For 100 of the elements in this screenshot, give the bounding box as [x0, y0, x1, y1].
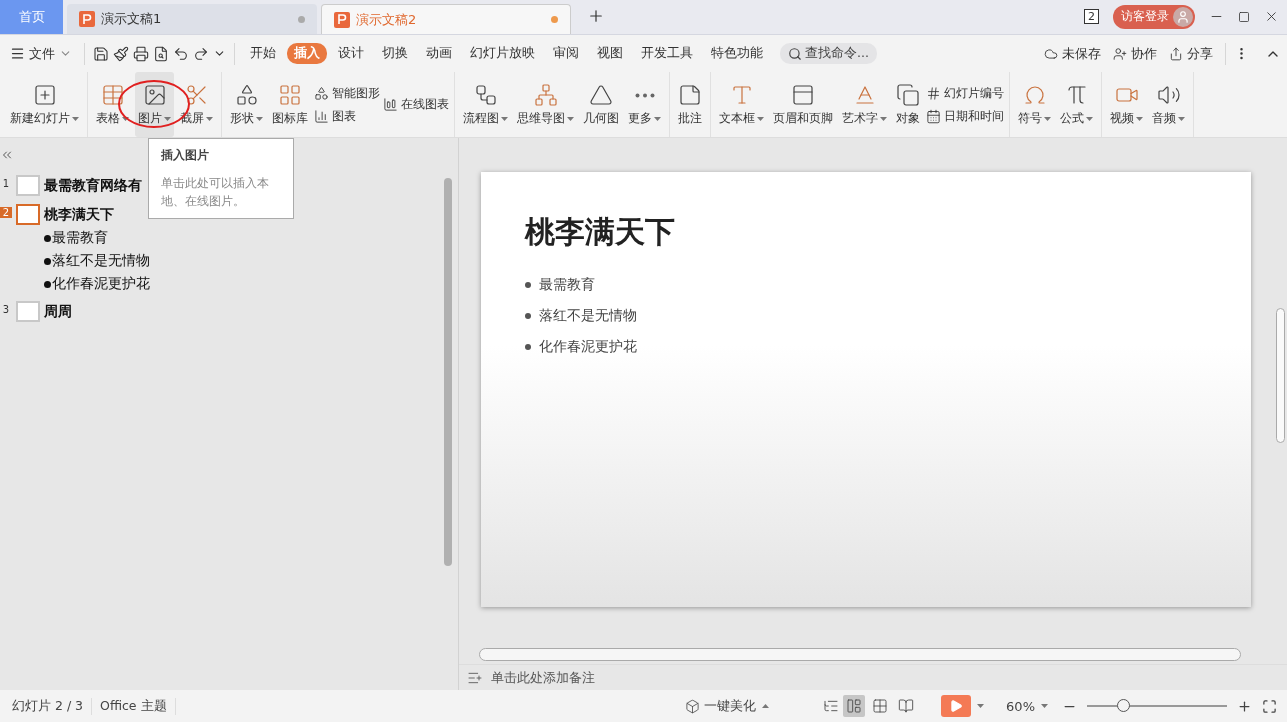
- ribbon-button[interactable]: 智能图形: [314, 85, 380, 101]
- ribbon-button[interactable]: 日期和时间: [926, 108, 1004, 124]
- play-icon: [949, 699, 964, 713]
- ribbon-button[interactable]: 符号: [1015, 72, 1054, 137]
- ribbon-tab[interactable]: 视图: [590, 43, 630, 64]
- cloud-icon: [1044, 46, 1058, 61]
- ribbon-tab[interactable]: 动画: [419, 43, 459, 64]
- fit-icon[interactable]: [1262, 698, 1277, 714]
- bullet-icon: [525, 282, 531, 288]
- caret-icon[interactable]: [72, 116, 79, 121]
- caret-icon[interactable]: [122, 116, 129, 121]
- caret-icon[interactable]: [164, 116, 171, 121]
- flowchart-icon: [473, 83, 498, 107]
- ribbon-tab[interactable]: 幻灯片放映: [463, 43, 542, 64]
- ribbon-tab[interactable]: 审阅: [546, 43, 586, 64]
- document-tab[interactable]: 演示文稿1: [67, 4, 317, 34]
- ribbon-button[interactable]: 文本框: [716, 72, 767, 137]
- caret-icon[interactable]: [654, 116, 661, 121]
- slide-count: 幻灯片 2 / 3: [4, 697, 93, 715]
- ribbon-button[interactable]: 视频: [1107, 72, 1146, 137]
- ribbon-button[interactable]: 批注: [675, 72, 705, 137]
- toolbar-action[interactable]: 未保存: [1040, 42, 1105, 65]
- ribbon-button[interactable]: 形状: [227, 72, 266, 137]
- caret-icon[interactable]: [1178, 116, 1185, 121]
- window-count[interactable]: 2: [1084, 9, 1099, 24]
- caret-icon[interactable]: [1086, 116, 1093, 121]
- caret-icon[interactable]: [757, 116, 764, 121]
- ribbon-button[interactable]: 公式: [1057, 72, 1096, 137]
- undo-icon[interactable]: [173, 45, 189, 62]
- slider-thumb[interactable]: [1117, 699, 1131, 712]
- maximize-icon[interactable]: [1238, 10, 1250, 23]
- modified-dot: [298, 15, 305, 23]
- slide-bullet: 化作春泥更护花: [539, 338, 637, 356]
- brush-icon[interactable]: [113, 45, 129, 62]
- slide-thumbnail[interactable]: [16, 175, 40, 196]
- ribbon-button[interactable]: 图片: [135, 72, 174, 137]
- notes-view-icon[interactable]: [823, 698, 840, 714]
- caret-icon[interactable]: [567, 116, 574, 121]
- ribbon-button[interactable]: 流程图: [460, 72, 511, 137]
- bullet-icon: [525, 344, 531, 350]
- search-field[interactable]: 查找命令...: [780, 43, 877, 64]
- caret-icon[interactable]: [501, 116, 508, 121]
- bullet-icon: [44, 234, 51, 242]
- slide-thumbnail[interactable]: [16, 204, 40, 225]
- close-icon[interactable]: [1264, 9, 1279, 24]
- beautify-button[interactable]: 一键美化: [681, 695, 774, 717]
- share-icon: [1169, 46, 1183, 61]
- caret-icon[interactable]: [1044, 116, 1051, 121]
- ribbon-button[interactable]: 表格: [93, 72, 132, 137]
- ribbon-tab[interactable]: 开发工具: [634, 43, 700, 64]
- ribbon-button[interactable]: 页眉和页脚: [770, 72, 836, 137]
- ribbon-tab[interactable]: 特色功能: [704, 43, 770, 64]
- preview-icon[interactable]: [153, 45, 169, 62]
- login-button[interactable]: 访客登录: [1113, 4, 1195, 29]
- search-icon: [788, 46, 802, 61]
- caret-icon[interactable]: [977, 704, 985, 708]
- ribbon-button[interactable]: 图标库: [269, 72, 311, 137]
- caret-icon[interactable]: [206, 116, 213, 121]
- ribbon-button[interactable]: 艺术字: [839, 72, 890, 137]
- ribbon-button[interactable]: 更多: [625, 72, 664, 137]
- ribbon-tab[interactable]: 开始: [243, 43, 283, 64]
- zoom-level[interactable]: 60%: [1002, 696, 1052, 716]
- ribbon-tab[interactable]: 设计: [331, 43, 371, 64]
- ribbon-button[interactable]: 几何图: [580, 72, 622, 137]
- ribbon-button[interactable]: 幻灯片编号: [926, 85, 1004, 101]
- caret-icon[interactable]: [762, 704, 770, 708]
- caret-icon[interactable]: [1041, 704, 1048, 708]
- caret-icon[interactable]: [880, 116, 887, 121]
- ribbon-button[interactable]: 音频: [1149, 72, 1188, 137]
- toolbar-action[interactable]: 协作: [1109, 42, 1161, 65]
- scrollbar[interactable]: [479, 647, 1241, 661]
- notes-placeholder[interactable]: 单击此处添加备注: [491, 668, 595, 687]
- add-tab-icon[interactable]: [587, 7, 605, 25]
- bullet-icon: [525, 313, 531, 319]
- redo-icon[interactable]: [193, 45, 209, 62]
- ribbon-button[interactable]: 在线图表: [383, 97, 449, 112]
- table-icon: [100, 83, 125, 107]
- toolbar-action[interactable]: 分享: [1165, 42, 1217, 65]
- ribbon-button[interactable]: 图表: [314, 108, 380, 124]
- speaker-icon: [1156, 83, 1181, 107]
- outline-bullet: 落红不是无情物: [52, 252, 150, 270]
- ribbon-button[interactable]: 新建幻灯片: [7, 72, 82, 137]
- file-menu[interactable]: 文件: [6, 42, 76, 65]
- caret-icon[interactable]: [256, 116, 263, 121]
- save-icon[interactable]: [93, 45, 109, 62]
- ribbon-button[interactable]: 思维导图: [514, 72, 577, 137]
- scrollbar[interactable]: [1276, 308, 1285, 443]
- bullet-icon: [44, 280, 51, 288]
- scrollbar[interactable]: [444, 178, 452, 566]
- zoom-in-icon[interactable]: [1237, 698, 1252, 714]
- slide-bullet: 最需教育: [539, 276, 595, 294]
- caret-icon[interactable]: [1136, 116, 1143, 121]
- view-button[interactable]: [843, 695, 866, 717]
- hash-icon: [926, 85, 941, 101]
- ribbon-button[interactable]: 对象: [893, 72, 923, 137]
- print-icon[interactable]: [133, 45, 149, 62]
- ribbon-tab[interactable]: 切换: [375, 43, 415, 64]
- slide-thumbnail[interactable]: [16, 301, 40, 322]
- play-button[interactable]: [941, 695, 972, 717]
- cube-icon: [685, 698, 701, 714]
